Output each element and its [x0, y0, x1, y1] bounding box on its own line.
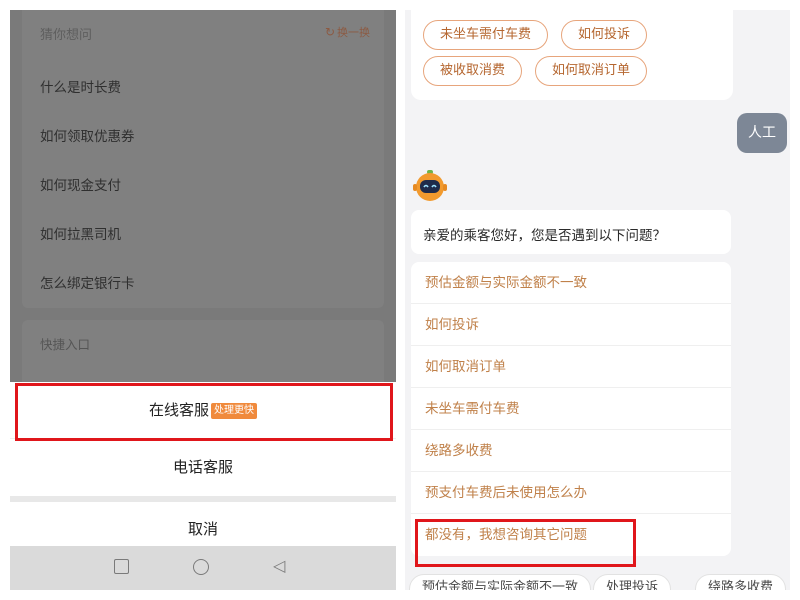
- bottom-chip-row: 预估金额与实际金额不一致 处理投诉 绕路多收费: [405, 570, 790, 590]
- bottom-chip[interactable]: 预估金额与实际金额不一致: [409, 574, 592, 590]
- right-phone-screen: 未坐车需付车费 如何投诉 被收取消费 如何取消订单 人工 亲爱的乘客您好，您是否…: [405, 10, 790, 590]
- question-option[interactable]: 预支付车费后未使用怎么办: [411, 472, 731, 514]
- screenshot-composite: 猜你想问 ↻ 换一换 什么是时长费 如何领取优惠券 如何现金支付 如何拉黑司机 …: [0, 0, 800, 600]
- faster-badge: 处理更快: [211, 403, 257, 419]
- bottom-chip[interactable]: 处理投诉: [593, 574, 672, 590]
- shortcut-section: 快捷入口: [22, 320, 384, 382]
- online-service-button[interactable]: 在线客服 处理更快: [10, 382, 396, 438]
- refresh-icon: ↻: [324, 25, 335, 39]
- guess-item[interactable]: 怎么绑定银行卡: [40, 272, 135, 292]
- square-nav-icon[interactable]: [114, 559, 129, 574]
- question-option[interactable]: 未坐车需付车费: [411, 388, 731, 430]
- guess-section-title: 猜你想问: [40, 28, 93, 43]
- refresh-button[interactable]: ↻ 换一换: [325, 24, 370, 40]
- human-agent-message[interactable]: 人工: [737, 113, 787, 153]
- system-nav-bar: ◁: [10, 546, 396, 590]
- guess-item[interactable]: 如何拉黑司机: [40, 223, 121, 243]
- refresh-label: 换一换: [337, 26, 370, 39]
- shortcut-section-title: 快捷入口: [40, 337, 91, 352]
- bot-greeting-bubble: 亲爱的乘客您好，您是否遇到以下问题？: [411, 210, 731, 254]
- left-phone-screen: 猜你想问 ↻ 换一换 什么是时长费 如何领取优惠券 如何现金支付 如何拉黑司机 …: [10, 10, 396, 590]
- robot-avatar-icon: [413, 170, 447, 201]
- quick-chip[interactable]: 如何投诉: [561, 20, 648, 50]
- action-sheet: 在线客服 处理更快 电话客服 取消 ◁: [10, 382, 396, 590]
- quick-chip[interactable]: 未坐车需付车费: [423, 20, 549, 50]
- question-option[interactable]: 绕路多收费: [411, 430, 731, 472]
- question-option-other[interactable]: 都没有，我想咨询其它问题: [411, 514, 731, 556]
- chip-card: 未坐车需付车费 如何投诉 被收取消费 如何取消订单: [411, 10, 733, 100]
- question-options-card: 预估金额与实际金额不一致 如何投诉 如何取消订单 未坐车需付车费 绕路多收费 预…: [411, 262, 731, 556]
- back-triangle-icon[interactable]: ◁: [273, 557, 285, 575]
- guess-item[interactable]: 如何现金支付: [40, 174, 121, 194]
- online-service-label: 在线客服: [148, 401, 209, 419]
- guess-section: 猜你想问 ↻ 换一换 什么是时长费 如何领取优惠券 如何现金支付 如何拉黑司机 …: [22, 10, 384, 308]
- circle-nav-icon[interactable]: [193, 559, 209, 575]
- question-option[interactable]: 如何投诉: [411, 304, 731, 346]
- phone-service-button[interactable]: 电话客服: [10, 438, 396, 494]
- guess-item[interactable]: 什么是时长费: [40, 76, 121, 96]
- greeting-text: 亲爱的乘客您好，您是否遇到以下问题？: [423, 228, 666, 244]
- quick-chip[interactable]: 被收取消费: [423, 56, 523, 86]
- question-option[interactable]: 预估金额与实际金额不一致: [411, 262, 731, 304]
- guess-item[interactable]: 如何领取优惠券: [40, 125, 135, 145]
- quick-chip[interactable]: 如何取消订单: [535, 56, 648, 86]
- bottom-chip[interactable]: 绕路多收费: [695, 574, 787, 590]
- question-option[interactable]: 如何取消订单: [411, 346, 731, 388]
